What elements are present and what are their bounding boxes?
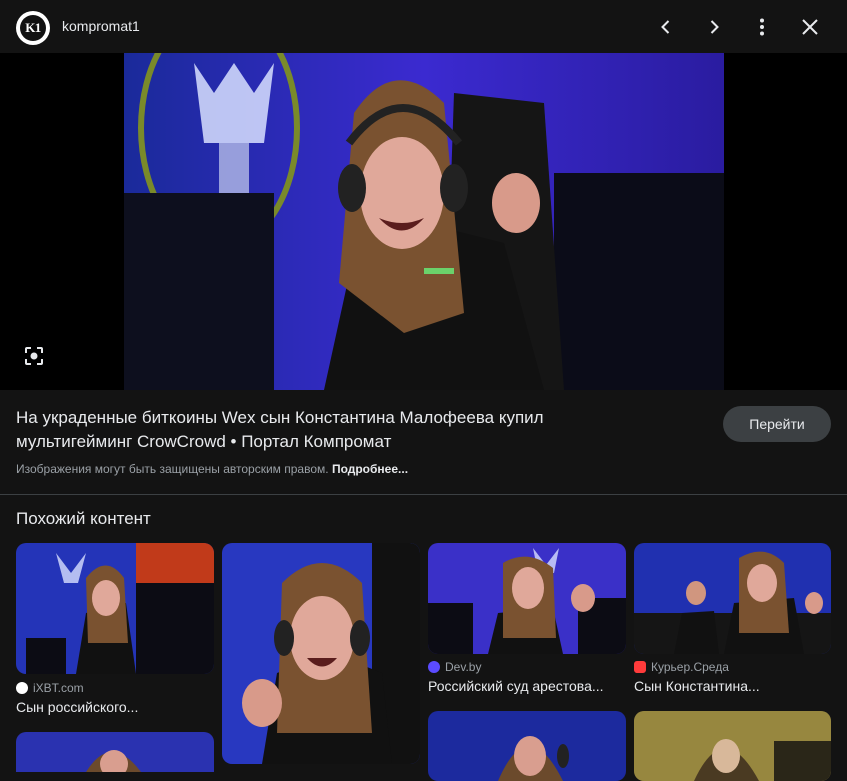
related-thumbnail[interactable] bbox=[16, 543, 214, 674]
related-source: iXBT.com bbox=[16, 681, 84, 695]
copyright-text: Изображения могут быть защищены авторски… bbox=[16, 462, 329, 476]
related-thumbnail[interactable] bbox=[428, 543, 626, 654]
viewer-header: K1 kompromat1 bbox=[0, 0, 847, 53]
related-thumbnail[interactable] bbox=[634, 711, 831, 781]
related-card[interactable] bbox=[634, 711, 831, 781]
devby-favicon-icon bbox=[428, 661, 440, 673]
related-caption: Сын российского... bbox=[16, 699, 139, 715]
more-vert-icon bbox=[760, 18, 764, 36]
related-card[interactable]: Dev.by Российский суд арестова... bbox=[428, 543, 626, 703]
image-info: На украденные биткоины Wex сын Константи… bbox=[0, 390, 847, 494]
related-source-name: iXBT.com bbox=[33, 681, 84, 695]
related-card[interactable] bbox=[222, 543, 420, 764]
preview-area bbox=[0, 53, 847, 390]
related-card[interactable]: Курьер.Среда Сын Константина... bbox=[634, 543, 831, 703]
close-icon bbox=[802, 19, 818, 35]
main-image[interactable] bbox=[124, 53, 724, 390]
related-card[interactable] bbox=[16, 732, 214, 772]
related-card[interactable] bbox=[428, 711, 626, 781]
related-source: Курьер.Среда bbox=[634, 660, 729, 674]
next-button[interactable] bbox=[697, 10, 731, 44]
site-logo-text: K1 bbox=[20, 15, 46, 41]
divider bbox=[0, 494, 847, 495]
related-thumbnail[interactable] bbox=[428, 711, 626, 781]
related-source-name: Dev.by bbox=[445, 660, 482, 674]
related-source-name: Курьер.Среда bbox=[651, 660, 729, 674]
previous-button[interactable] bbox=[649, 10, 683, 44]
chevron-left-icon bbox=[661, 20, 670, 34]
visual-search-button[interactable] bbox=[19, 341, 49, 371]
close-button[interactable] bbox=[793, 10, 827, 44]
chevron-right-icon bbox=[710, 20, 719, 34]
related-caption: Российский суд арестова... bbox=[428, 678, 604, 694]
related-thumbnail[interactable] bbox=[222, 543, 420, 764]
ixbt-favicon-icon bbox=[16, 682, 28, 694]
visit-button[interactable]: Перейти bbox=[723, 406, 831, 442]
site-name[interactable]: kompromat1 bbox=[62, 18, 140, 34]
site-logo[interactable]: K1 bbox=[16, 11, 50, 45]
learn-more-link[interactable]: Подробнее... bbox=[332, 462, 408, 476]
related-source: Dev.by bbox=[428, 660, 481, 674]
related-thumbnail[interactable] bbox=[634, 543, 831, 654]
copyright-notice: Изображения могут быть защищены авторски… bbox=[16, 462, 408, 476]
kuryer-favicon-icon bbox=[634, 661, 646, 673]
related-caption: Сын Константина... bbox=[634, 678, 760, 694]
related-card[interactable]: iXBT.com Сын российского... bbox=[16, 543, 214, 723]
image-title[interactable]: На украденные биткоины Wex сын Константи… bbox=[16, 406, 656, 454]
related-thumbnail[interactable] bbox=[16, 732, 214, 772]
more-options-button[interactable] bbox=[745, 10, 779, 44]
related-title: Похожий контент bbox=[16, 509, 151, 528]
lens-icon bbox=[25, 347, 43, 365]
